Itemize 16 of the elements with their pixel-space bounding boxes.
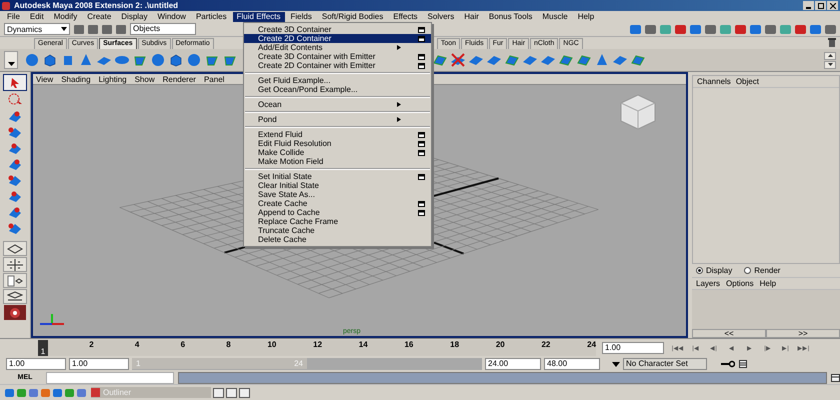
- frame-number: 22: [541, 340, 550, 349]
- frame-number: 8: [226, 340, 231, 349]
- frame-number: 14: [358, 340, 368, 349]
- frame-number: 10: [267, 340, 276, 349]
- frame-number: 12: [313, 340, 322, 349]
- frame-number: 16: [404, 340, 414, 349]
- menu-set-label: Dynamics: [7, 24, 42, 34]
- range-end-label: 24: [294, 358, 303, 369]
- frame-number: 2: [89, 340, 94, 349]
- frame-number: 6: [180, 340, 186, 349]
- frame-number: 4: [134, 340, 140, 349]
- range-start-label: 1: [136, 358, 140, 369]
- frame-number: 24: [587, 340, 596, 349]
- frame-number: 18: [450, 340, 460, 349]
- frame-number: 20: [496, 340, 505, 349]
- window-title: Autodesk Maya 2008 Extension 2: .\untitled: [14, 1, 178, 10]
